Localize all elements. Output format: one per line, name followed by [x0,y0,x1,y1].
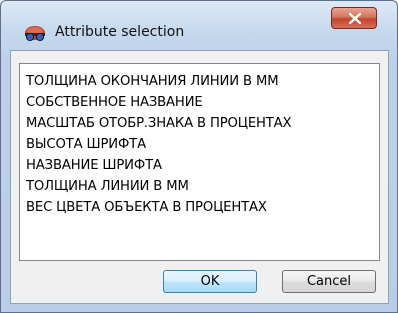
list-item[interactable]: ВЕС ЦВЕТА ОБЪЕКТА В ПРОЦЕНТАХ [26,197,379,218]
list-item[interactable]: ТОЛЩИНА ЛИНИИ В ММ [26,176,379,197]
close-icon [349,13,361,24]
list-item[interactable]: ВЫСОТА ШРИФТА [26,134,379,155]
attribute-selection-dialog: Attribute selection ТОЛЩИНА ОКОНЧАНИЯ ЛИ… [0,0,398,313]
3d-glasses-icon [24,25,46,43]
cancel-button[interactable]: Cancel [282,270,376,293]
window-title: Attribute selection [55,24,185,40]
list-item[interactable]: СОБСТВЕННОЕ НАЗВАНИЕ [26,92,379,113]
list-item[interactable]: МАСШТАБ ОТОБР.ЗНАКА В ПРОЦЕНТАХ [26,113,379,134]
close-button[interactable] [331,7,377,29]
ok-button[interactable]: OK [163,270,257,293]
list-item[interactable]: ТОЛЩИНА ОКОНЧАНИЯ ЛИНИИ В ММ [26,71,379,92]
title-bar[interactable]: Attribute selection [1,1,397,49]
list-item[interactable]: НАЗВАНИЕ ШРИФТА [26,155,379,176]
attribute-list[interactable]: ТОЛЩИНА ОКОНЧАНИЯ ЛИНИИ В ММ СОБСТВЕННОЕ… [19,63,380,261]
